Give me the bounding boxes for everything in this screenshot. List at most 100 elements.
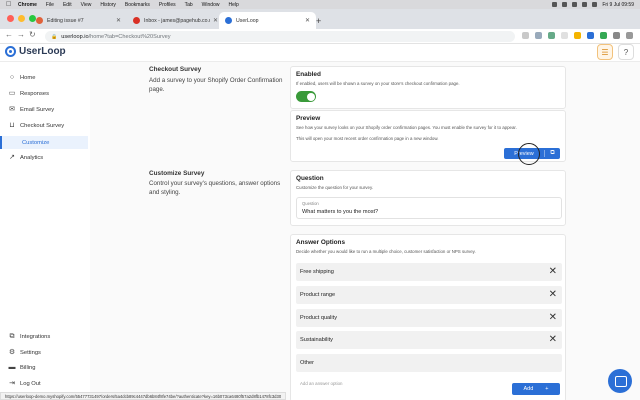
sidebar-item-logout[interactable]: ⇥ Log Out	[8, 377, 88, 390]
section-title: Customize Survey	[149, 170, 205, 177]
section-title: Checkout Survey	[149, 66, 202, 73]
logo-text: UserLoop	[19, 46, 66, 57]
sidebar-item-label: Home	[20, 74, 36, 81]
app-header: UserLoop ☰ ?	[0, 44, 640, 62]
extension-icon[interactable]	[561, 32, 568, 39]
menu-edit[interactable]: Edit	[63, 2, 72, 8]
answer-option[interactable]: Free shipping ✕	[296, 263, 562, 281]
extension-icon[interactable]	[587, 32, 594, 39]
lock-icon[interactable]: 🔒	[51, 34, 57, 40]
sidebar-item-customize[interactable]: Customize	[0, 136, 88, 149]
remove-option-icon[interactable]: ✕	[549, 289, 557, 301]
option-label: Product range	[300, 292, 336, 298]
userloop-logo[interactable]: UserLoop	[5, 46, 66, 57]
wifi-icon[interactable]	[592, 2, 598, 7]
answer-option[interactable]: Other	[296, 354, 562, 372]
tray-icon[interactable]	[562, 2, 568, 7]
chat-widget-icon[interactable]	[608, 369, 632, 393]
back-icon[interactable]: ←	[5, 30, 13, 39]
address-bar[interactable]: 🔒 userloop.io /home?tab=Checkout%20Surve…	[45, 31, 515, 42]
tray-icon[interactable]	[582, 2, 588, 7]
sidebar-item-checkout-survey[interactable]: ⊔ Checkout Survey	[8, 119, 88, 132]
menu-help[interactable]: Help	[228, 2, 238, 8]
sidebar-item-home[interactable]: ○ Home	[8, 71, 88, 84]
forward-icon[interactable]: →	[17, 30, 25, 39]
logout-icon: ⇥	[9, 379, 15, 387]
extension-icon[interactable]	[535, 32, 542, 39]
new-tab-icon[interactable]: +	[316, 16, 321, 26]
profile-avatar[interactable]	[613, 32, 620, 39]
sidebar-item-analytics[interactable]: ↗ Analytics	[8, 151, 88, 164]
enabled-toggle[interactable]	[296, 91, 316, 102]
menu-app[interactable]: Chrome	[18, 2, 37, 8]
option-label: Sustainability	[300, 337, 333, 343]
remove-option-icon[interactable]: ✕	[549, 312, 557, 324]
help-icon[interactable]: ?	[618, 44, 634, 60]
extension-icon[interactable]	[600, 32, 607, 39]
card-description: If enabled, users will be shown a survey…	[296, 81, 460, 86]
sidebar-item-billing[interactable]: ▬ Billing	[8, 361, 88, 374]
extension-icon[interactable]	[574, 32, 581, 39]
menu-tab[interactable]: Tab	[185, 2, 193, 8]
sidebar-item-label: Log Out	[20, 380, 41, 387]
tab-title: Inbox - james@pagehub.co.uk	[144, 17, 210, 24]
reload-icon[interactable]: ↻	[29, 30, 36, 39]
browser-tab[interactable]: Inbox - james@pagehub.co.uk ✕	[127, 12, 224, 29]
browser-tab-active[interactable]: UserLoop ✕	[219, 12, 316, 29]
remove-option-icon[interactable]: ✕	[549, 334, 557, 346]
add-option-button[interactable]: Add +	[512, 383, 560, 395]
updates-icon[interactable]: ☰	[597, 44, 613, 60]
tab-title: UserLoop	[236, 17, 259, 24]
menubar-clock[interactable]: Fri 9 Jul 09:59	[602, 2, 634, 8]
tray-icon[interactable]	[552, 2, 558, 7]
url-path: /home?tab=Checkout%20Survey	[88, 33, 171, 40]
close-tab-icon[interactable]: ✕	[305, 17, 310, 24]
close-tab-icon[interactable]: ✕	[213, 17, 218, 24]
option-label: Free shipping	[300, 269, 334, 275]
apple-icon[interactable]: 	[6, 1, 13, 8]
home-icon: ○	[9, 73, 15, 81]
sidebar-item-settings[interactable]: ⚙ Settings	[8, 346, 88, 359]
link-status-bar: https://userloop-demo.myshopify.com/5547…	[0, 392, 287, 400]
menu-view[interactable]: View	[81, 2, 92, 8]
remove-option-icon[interactable]: ✕	[549, 266, 557, 278]
tab-favicon-icon	[225, 17, 232, 24]
card-title: Question	[296, 175, 324, 182]
macos-menubar:  Chrome File Edit View History Bookmark…	[0, 0, 640, 9]
close-window-icon[interactable]	[7, 15, 14, 22]
tray-icon[interactable]	[572, 2, 578, 7]
menu-profiles[interactable]: Profiles	[159, 2, 176, 8]
tab-favicon-icon	[36, 17, 43, 24]
menu-window[interactable]: Window	[202, 2, 220, 8]
minimize-window-icon[interactable]	[18, 15, 25, 22]
extension-icon[interactable]	[548, 32, 555, 39]
status-tray: Fri 9 Jul 09:59	[552, 0, 634, 9]
card-icon: ▬	[8, 363, 16, 371]
sidebar-item-label: Checkout Survey	[20, 122, 65, 129]
more-menu-icon[interactable]	[626, 32, 633, 39]
menu-history[interactable]: History	[100, 2, 116, 8]
sidebar-item-email-survey[interactable]: ✉ Email Survey	[8, 103, 88, 116]
sidebar-item-integrations[interactable]: ⧉ Integrations	[8, 330, 88, 343]
browser-tab[interactable]: Editing issue #7 ✕	[30, 12, 127, 29]
section-description: Add a survey to your Shopify Order Confi…	[149, 77, 283, 93]
sidebar-item-responses[interactable]: ▭ Responses	[8, 87, 88, 100]
external-link-icon: ⧉	[544, 150, 560, 157]
close-tab-icon[interactable]: ✕	[116, 17, 121, 24]
question-field[interactable]: Question What matters to you the most?	[296, 197, 562, 219]
sidebar-item-label: Email Survey	[20, 106, 55, 113]
answer-option[interactable]: Product quality ✕	[296, 309, 562, 327]
extension-icon[interactable]	[522, 32, 529, 39]
mail-icon: ✉	[9, 105, 15, 113]
enabled-card: Enabled If enabled, users will be shown …	[290, 66, 566, 109]
answer-option[interactable]: Product range ✕	[296, 286, 562, 304]
cursor-highlight	[518, 143, 540, 165]
answer-option[interactable]: Sustainability ✕	[296, 331, 562, 349]
chart-icon: ↗	[9, 153, 15, 161]
menu-bookmarks[interactable]: Bookmarks	[125, 2, 150, 8]
tab-title: Editing issue #7	[47, 17, 84, 24]
answer-options-card: Answer Options Decide whether you would …	[290, 234, 566, 400]
logo-icon	[5, 46, 16, 57]
menu-file[interactable]: File	[46, 2, 54, 8]
card-description: Decide whether you would like to run a m…	[296, 249, 476, 254]
